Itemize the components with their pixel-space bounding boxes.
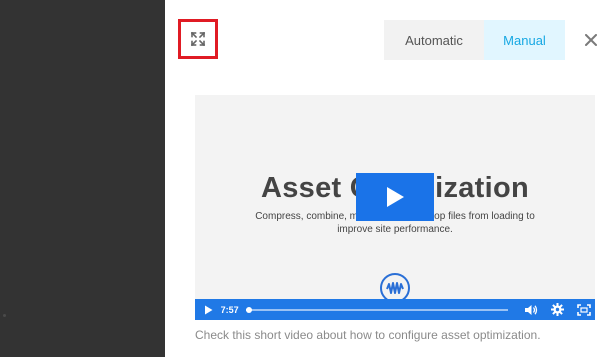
video-player[interactable]: Asset Optimization Compress, combine, mi…	[195, 95, 595, 320]
side-panel: Automatic Manual Asset Optimization Comp…	[165, 0, 610, 357]
fullscreen-button[interactable]	[573, 299, 595, 320]
video-time: 7:57	[220, 304, 239, 315]
play-icon	[387, 187, 404, 207]
close-button[interactable]	[579, 28, 603, 52]
video-controls: 7:57	[195, 299, 595, 320]
settings-button[interactable]	[547, 299, 569, 320]
automatic-tab[interactable]: Automatic	[384, 20, 484, 60]
play-button[interactable]	[356, 173, 434, 221]
expand-arrows-icon	[190, 31, 206, 47]
fullscreen-icon	[577, 303, 591, 316]
volume-icon	[524, 304, 538, 315]
settings-gear-icon	[551, 303, 565, 316]
backdrop-dot	[3, 314, 6, 317]
play-icon	[205, 305, 213, 314]
manual-tab[interactable]: Manual	[484, 20, 565, 60]
close-icon	[585, 34, 597, 46]
volume-button[interactable]	[520, 299, 542, 320]
progress-handle[interactable]	[245, 306, 252, 313]
overlay-backdrop	[0, 0, 165, 357]
progress-bar[interactable]	[245, 306, 509, 313]
mode-toggle: Automatic Manual	[384, 20, 565, 60]
expand-button[interactable]	[178, 19, 218, 59]
control-play-button[interactable]	[197, 299, 221, 320]
video-caption: Check this short video about how to conf…	[195, 328, 541, 342]
